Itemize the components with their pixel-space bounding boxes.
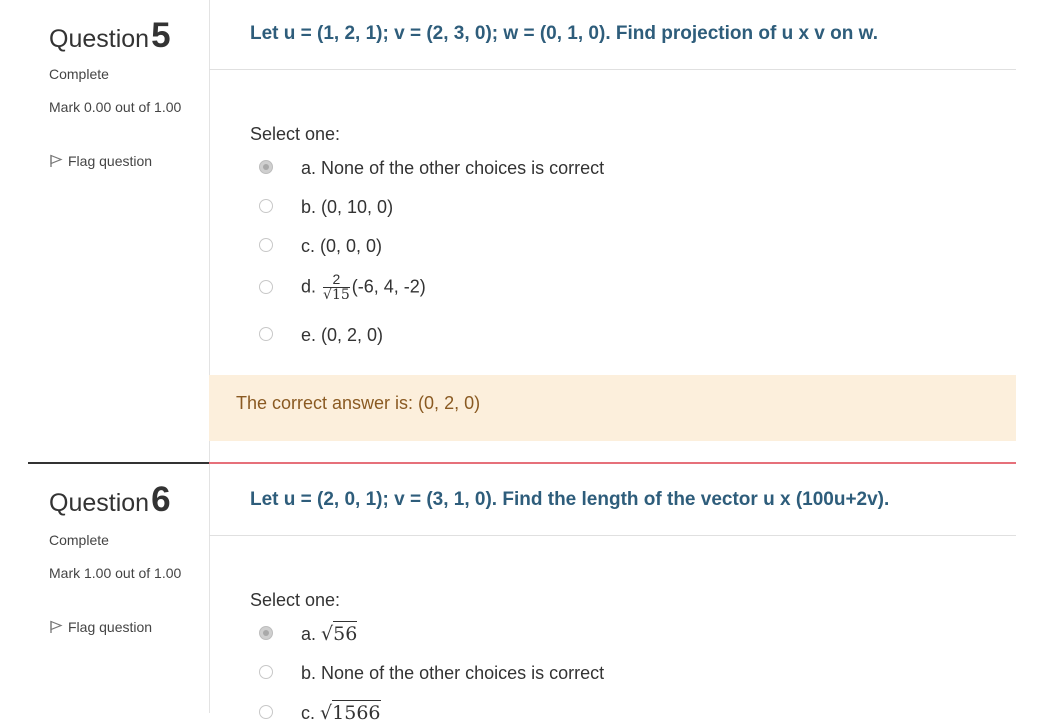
square-root: √56 — [321, 621, 358, 645]
question-grade: Mark 1.00 out of 1.00 — [49, 565, 182, 581]
question-text: Let u = (1, 2, 1); v = (2, 3, 0); w = (0… — [250, 23, 878, 44]
radio-button[interactable] — [259, 280, 273, 294]
question-text-separator — [209, 69, 1016, 70]
feedback-text: The correct answer is: (0, 2, 0) — [236, 393, 481, 413]
option-label: b. None of the other choices is correct — [301, 663, 605, 683]
option-label: c. √1566 — [301, 700, 381, 724]
radio-button[interactable] — [259, 705, 273, 719]
option-label: d. 2 √15 (-6, 4, -2) — [301, 271, 426, 303]
option-label: e. (0, 2, 0) — [301, 325, 384, 345]
answer-option-e[interactable]: e. (0, 2, 0) — [255, 323, 955, 349]
radio-button[interactable] — [259, 327, 273, 341]
answer-option-c[interactable]: c. (0, 0, 0) — [255, 234, 955, 260]
question-state: Complete — [49, 66, 109, 82]
option-label: c. (0, 0, 0) — [301, 236, 383, 256]
question-info: Question6 Complete Mark 1.00 out of 1.00… — [28, 464, 209, 713]
flag-question-label: Flag question — [68, 153, 153, 169]
radio-button[interactable] — [259, 665, 273, 679]
question-5: Question5 Complete Mark 0.00 out of 1.00… — [0, 0, 1043, 462]
answer-option-a[interactable]: a. None of the other choices is correct — [255, 156, 955, 182]
radio-button[interactable] — [259, 238, 273, 252]
answer-option-d[interactable]: d. 2 √15 (-6, 4, -2) — [255, 272, 955, 303]
correct-answer-feedback: The correct answer is: (0, 2, 0) — [209, 375, 1016, 441]
radio-button[interactable] — [259, 160, 273, 174]
answer-option-a[interactable]: a. √56 — [255, 621, 955, 648]
option-label: a. None of the other choices is correct — [301, 158, 605, 178]
flag-question-link[interactable]: Flag question — [49, 619, 152, 635]
fraction: 2 √15 — [323, 271, 350, 303]
radio-button[interactable] — [259, 199, 273, 213]
answer-option-b[interactable]: b. (0, 10, 0) — [255, 195, 955, 221]
question-text-separator — [209, 535, 1016, 536]
question-info: Question5 Complete Mark 0.00 out of 1.00… — [28, 0, 209, 462]
flag-question-label: Flag question — [68, 619, 153, 635]
answer-option-c[interactable]: c. √1566 — [255, 700, 955, 727]
option-label: a. √56 — [301, 621, 358, 645]
square-root: √1566 — [320, 700, 381, 724]
content-border — [209, 464, 210, 713]
question-state: Complete — [49, 532, 109, 548]
flag-question-link[interactable]: Flag question — [49, 153, 152, 169]
question-6: Question6 Complete Mark 1.00 out of 1.00… — [0, 464, 1043, 724]
flag-icon — [50, 620, 63, 633]
question-text: Let u = (2, 0, 1); v = (3, 1, 0). Find t… — [250, 489, 890, 510]
option-label: b. (0, 10, 0) — [301, 197, 394, 217]
flag-icon — [50, 154, 63, 167]
question-grade: Mark 0.00 out of 1.00 — [49, 99, 182, 115]
radio-button[interactable] — [259, 626, 273, 640]
question-number: Question6 — [49, 480, 171, 519]
select-one-prompt: Select one: — [250, 124, 341, 144]
question-number: Question5 — [49, 16, 171, 55]
answer-option-b[interactable]: b. None of the other choices is correct — [255, 661, 955, 687]
select-one-prompt: Select one: — [250, 590, 341, 610]
